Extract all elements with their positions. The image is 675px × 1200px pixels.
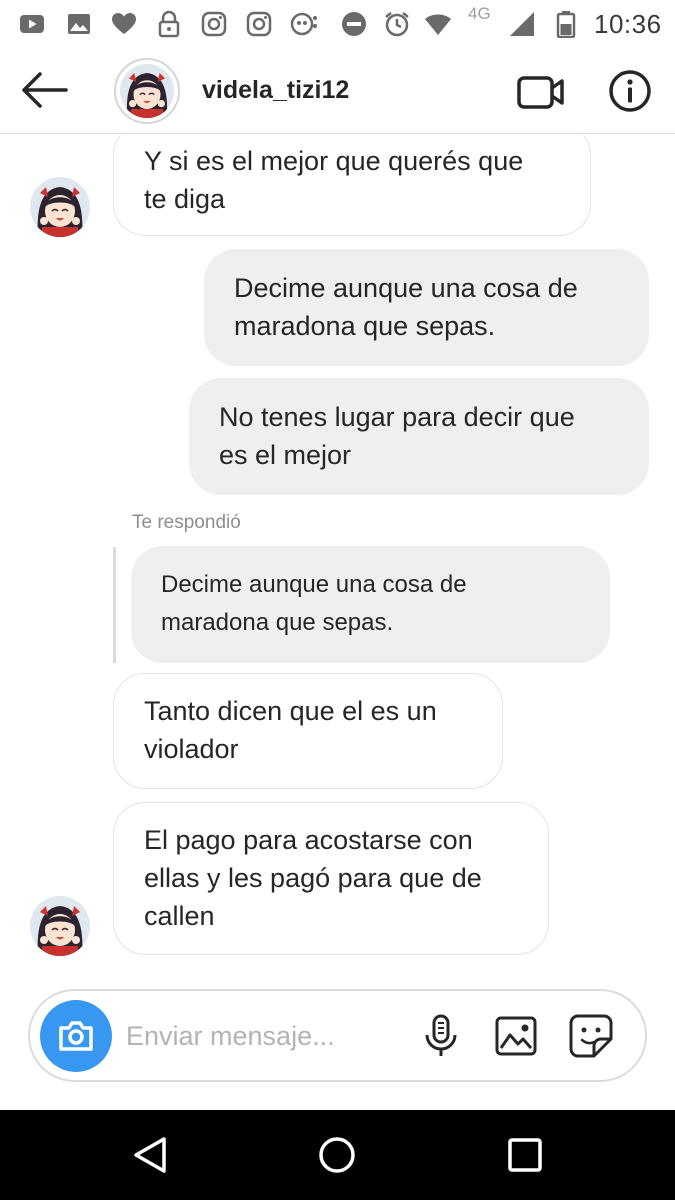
camera-button[interactable] bbox=[40, 1000, 112, 1072]
back-triangle-icon bbox=[134, 1137, 166, 1173]
message-text: No tenes lugar para decir que bbox=[219, 402, 575, 432]
sender-avatar[interactable] bbox=[30, 896, 90, 956]
wifi-icon bbox=[424, 10, 452, 38]
message-text: te diga bbox=[144, 184, 226, 214]
camera-icon bbox=[59, 1021, 93, 1051]
message-input[interactable] bbox=[126, 1011, 406, 1061]
alarm-icon bbox=[383, 10, 411, 38]
video-call-icon bbox=[517, 76, 564, 109]
message-text: El pago para acostarse con bbox=[144, 825, 473, 855]
nav-recents-button[interactable] bbox=[504, 1134, 546, 1176]
message-text: ellas y les pagó para que de bbox=[144, 863, 482, 893]
message-composer bbox=[28, 989, 647, 1082]
message-text: Tanto dicen que el es un bbox=[144, 696, 437, 726]
voice-message-button[interactable] bbox=[418, 1013, 464, 1059]
message-text: callen bbox=[144, 901, 215, 931]
gallery-icon bbox=[495, 1016, 537, 1056]
message-bubble-outgoing[interactable]: Decime aunque una cosa de maradona que s… bbox=[204, 249, 649, 366]
message-bubble-outgoing[interactable]: No tenes lugar para decir que es el mejo… bbox=[189, 378, 649, 495]
quoted-message-bubble[interactable]: Decime aunque una cosa de maradona que s… bbox=[131, 546, 610, 663]
sender-avatar[interactable] bbox=[30, 177, 90, 237]
instagram-icon bbox=[200, 10, 228, 38]
info-button[interactable] bbox=[608, 69, 652, 113]
sticker-icon bbox=[569, 1014, 613, 1058]
back-arrow-icon bbox=[22, 72, 68, 108]
system-navigation-bar bbox=[0, 1110, 675, 1200]
message-bubble-incoming[interactable]: El pago para acostarse con ellas y les p… bbox=[113, 802, 549, 955]
message-text: es el mejor bbox=[219, 440, 352, 470]
profile-avatar[interactable] bbox=[114, 58, 180, 124]
status-bar: 4G 10:36 bbox=[0, 0, 675, 48]
message-text: violador bbox=[144, 734, 239, 764]
gallery-button[interactable] bbox=[493, 1013, 539, 1059]
info-icon bbox=[609, 70, 651, 112]
video-call-button[interactable] bbox=[516, 72, 566, 112]
gallery-icon bbox=[65, 10, 93, 38]
quoted-text: maradona que sepas. bbox=[161, 609, 394, 636]
chat-header: videla_tizi12 bbox=[0, 48, 675, 134]
lock-icon bbox=[155, 10, 183, 38]
chat-username[interactable]: videla_tizi12 bbox=[202, 76, 349, 105]
network-type-label: 4G bbox=[468, 4, 491, 23]
signal-icon bbox=[508, 10, 536, 38]
message-thread[interactable]: Y si es el mejor que querés que te diga … bbox=[0, 135, 675, 990]
recents-square-icon bbox=[508, 1138, 542, 1172]
battery-icon bbox=[552, 10, 580, 38]
reply-indicator-bar bbox=[113, 547, 116, 663]
message-text: maradona que sepas. bbox=[234, 311, 496, 341]
nav-home-button[interactable] bbox=[316, 1134, 358, 1176]
do-not-disturb-icon bbox=[340, 10, 368, 38]
youtube-icon bbox=[18, 10, 46, 38]
message-text: Y si es el mejor que querés que bbox=[144, 146, 524, 176]
microphone-icon bbox=[425, 1014, 457, 1056]
home-circle-icon bbox=[319, 1137, 355, 1173]
message-text: Decime aunque una cosa de bbox=[234, 273, 578, 303]
heart-icon bbox=[110, 10, 138, 38]
back-button[interactable] bbox=[18, 68, 70, 112]
message-bubble-incoming[interactable]: Y si es el mejor que querés que te diga bbox=[113, 135, 591, 236]
quoted-text: Decime aunque una cosa de bbox=[161, 571, 467, 598]
reply-label: Te respondió bbox=[132, 512, 241, 533]
sticker-button[interactable] bbox=[568, 1013, 614, 1059]
instagram-icon bbox=[245, 10, 273, 38]
message-bubble-incoming[interactable]: Tanto dicen que el es un violador bbox=[113, 673, 503, 789]
assistant-icon bbox=[290, 10, 318, 38]
status-time: 10:36 bbox=[594, 9, 662, 39]
avatar-image bbox=[120, 64, 174, 118]
nav-back-button[interactable] bbox=[130, 1134, 172, 1176]
